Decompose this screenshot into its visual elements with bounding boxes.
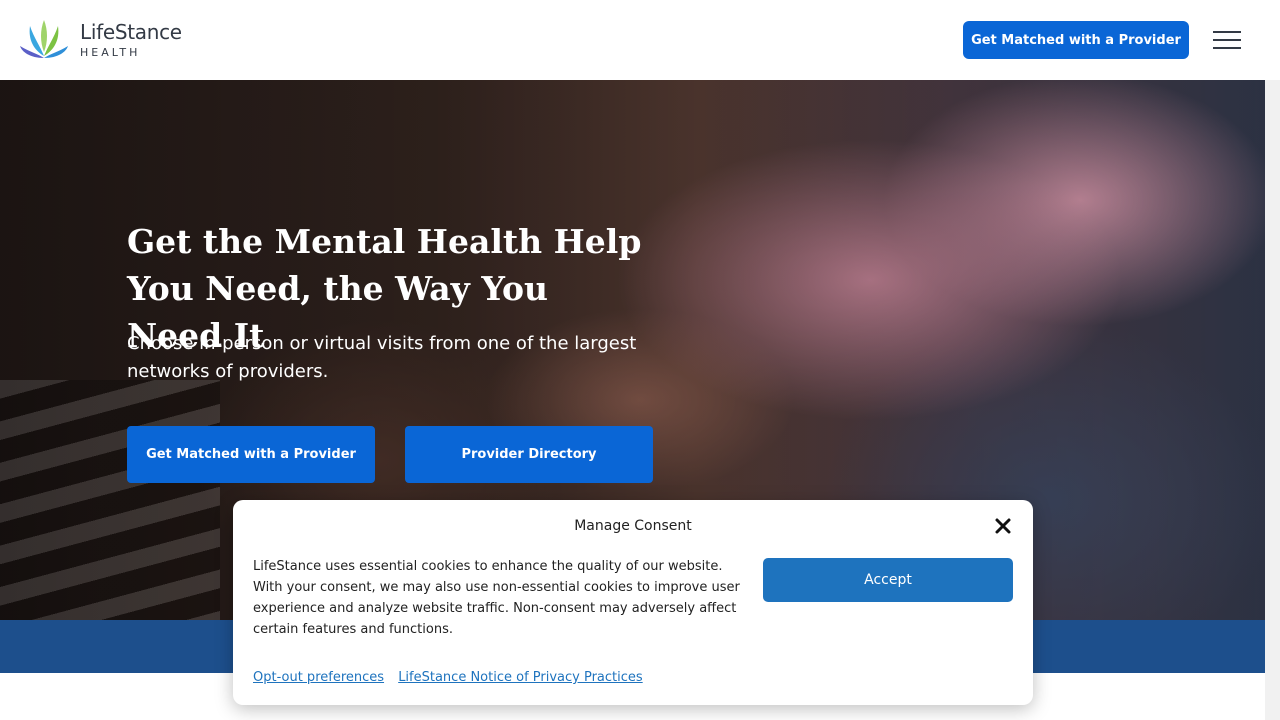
- logo-subtitle: HEALTH: [80, 46, 141, 59]
- logo-name: LifeStance: [80, 20, 182, 44]
- header-get-matched-button[interactable]: Get Matched with a Provider: [963, 21, 1189, 59]
- consent-title: Manage Consent: [574, 518, 692, 534]
- lifestance-logo-icon: [20, 20, 68, 58]
- consent-links: Opt-out preferences LifeStance Notice of…: [253, 670, 653, 685]
- get-matched-button[interactable]: Get Matched with a Provider: [127, 426, 375, 483]
- accept-button[interactable]: Accept: [763, 558, 1013, 602]
- privacy-practices-link[interactable]: LifeStance Notice of Privacy Practices: [398, 670, 643, 685]
- hamburger-menu-icon[interactable]: [1213, 31, 1241, 49]
- close-icon[interactable]: [993, 516, 1013, 536]
- opt-out-preferences-link[interactable]: Opt-out preferences: [253, 670, 384, 685]
- provider-directory-button[interactable]: Provider Directory: [405, 426, 653, 483]
- consent-dialog: Manage Consent LifeStance uses essential…: [233, 500, 1033, 705]
- site-header: LifeStance HEALTH Get Matched with a Pro…: [0, 0, 1280, 80]
- page-scrollbar[interactable]: [1265, 80, 1280, 720]
- hero-subtitle: Choose in-person or virtual visits from …: [127, 333, 637, 382]
- consent-body-text: LifeStance uses essential cookies to enh…: [253, 559, 740, 637]
- logo[interactable]: LifeStance HEALTH: [20, 16, 182, 64]
